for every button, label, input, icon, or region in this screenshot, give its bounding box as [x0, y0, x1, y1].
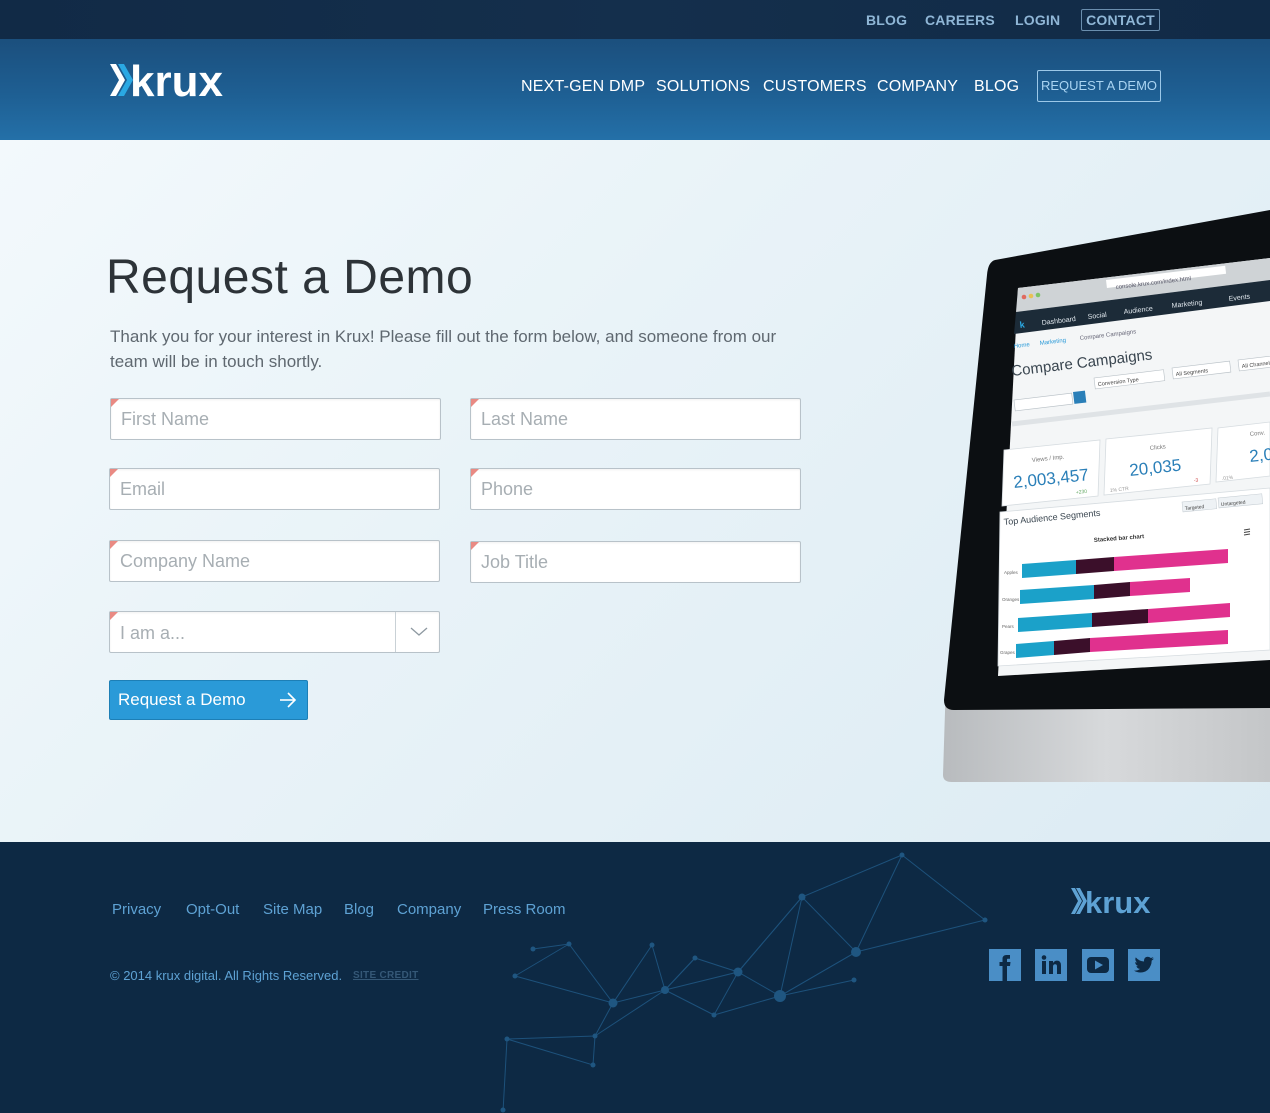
- facebook-icon[interactable]: [989, 949, 1021, 981]
- nav-next-gen-dmp[interactable]: NEXT-GEN DMP: [521, 78, 645, 96]
- svg-text:Apples: Apples: [1004, 570, 1019, 575]
- utility-bar: BLOG CAREERS LOGIN CONTACT: [0, 0, 1270, 39]
- svg-text:+230: +230: [1076, 489, 1088, 496]
- header-request-demo-button[interactable]: REQUEST A DEMO: [1037, 70, 1161, 102]
- phone-field: [470, 468, 801, 510]
- topbar-blog-link[interactable]: BLOG: [866, 12, 907, 28]
- request-demo-submit-button[interactable]: Request a Demo: [109, 680, 308, 720]
- chevron-down-icon: [410, 627, 428, 636]
- demo-request-section: Request a Demo Thank you for your intere…: [0, 140, 1270, 842]
- svg-text:Pears: Pears: [1002, 624, 1015, 629]
- nav-customers[interactable]: CUSTOMERS: [763, 78, 867, 96]
- last-name-input[interactable]: [471, 399, 800, 439]
- nav-blog[interactable]: BLOG: [974, 78, 1019, 96]
- svg-text:2,0: 2,0: [1248, 445, 1270, 466]
- role-select[interactable]: I am a...: [109, 611, 440, 653]
- nav-company[interactable]: COMPANY: [877, 78, 958, 96]
- footer-link-company[interactable]: Company: [397, 901, 461, 918]
- select-divider: [395, 612, 396, 652]
- svg-text:Oranges: Oranges: [1002, 597, 1020, 602]
- page-title: Request a Demo: [106, 251, 474, 304]
- svg-text:-3: -3: [1194, 478, 1199, 484]
- product-screenshot-monitor: console.krux.com/index.html k Dashboard …: [943, 210, 1270, 782]
- job-title-input[interactable]: [471, 542, 800, 582]
- svg-text:krux: krux: [130, 59, 223, 101]
- linkedin-icon[interactable]: [1035, 949, 1067, 981]
- topbar-contact-button[interactable]: CONTACT: [1081, 9, 1160, 31]
- svg-text:.01%: .01%: [1222, 475, 1235, 482]
- first-name-input[interactable]: [111, 399, 440, 439]
- first-name-field: [110, 398, 441, 440]
- site-footer: Privacy Opt-Out Site Map Blog Company Pr…: [0, 842, 1270, 1113]
- nav-solutions[interactable]: SOLUTIONS: [656, 78, 750, 96]
- footer-krux-logo[interactable]: krux: [1071, 886, 1161, 916]
- phone-input[interactable]: [471, 469, 800, 509]
- intro-text: Thank you for your interest in Krux! Ple…: [110, 327, 777, 371]
- main-header: krux NEXT-GEN DMP SOLUTIONS CUSTOMERS CO…: [0, 39, 1270, 140]
- footer-link-blog[interactable]: Blog: [344, 901, 374, 918]
- site-credit-link[interactable]: SITE CREDIT: [353, 970, 419, 981]
- topbar-careers-link[interactable]: CAREERS: [925, 12, 995, 28]
- krux-logo-icon: krux: [110, 59, 223, 101]
- footer-link-privacy[interactable]: Privacy: [112, 901, 161, 918]
- svg-text:Grapes: Grapes: [1000, 650, 1016, 655]
- arrow-right-icon: [280, 692, 297, 708]
- email-field: [109, 468, 440, 510]
- footer-link-opt-out[interactable]: Opt-Out: [186, 901, 239, 918]
- company-name-input[interactable]: [110, 541, 439, 581]
- job-title-field: [470, 541, 801, 583]
- svg-text:krux: krux: [1085, 886, 1151, 916]
- submit-label: Request a Demo: [118, 690, 246, 709]
- footer-link-press-room[interactable]: Press Room: [483, 901, 566, 918]
- krux-logo[interactable]: krux: [110, 59, 234, 101]
- topbar-login-link[interactable]: LOGIN: [1015, 12, 1060, 28]
- last-name-field: [470, 398, 801, 440]
- footer-link-site-map[interactable]: Site Map: [263, 901, 322, 918]
- role-select-value: I am a...: [120, 623, 186, 643]
- copyright-text: © 2014 krux digital. All Rights Reserved…: [110, 968, 343, 983]
- email-input[interactable]: [110, 469, 439, 509]
- youtube-icon[interactable]: [1082, 949, 1114, 981]
- company-name-field: [109, 540, 440, 582]
- twitter-icon[interactable]: [1128, 949, 1160, 981]
